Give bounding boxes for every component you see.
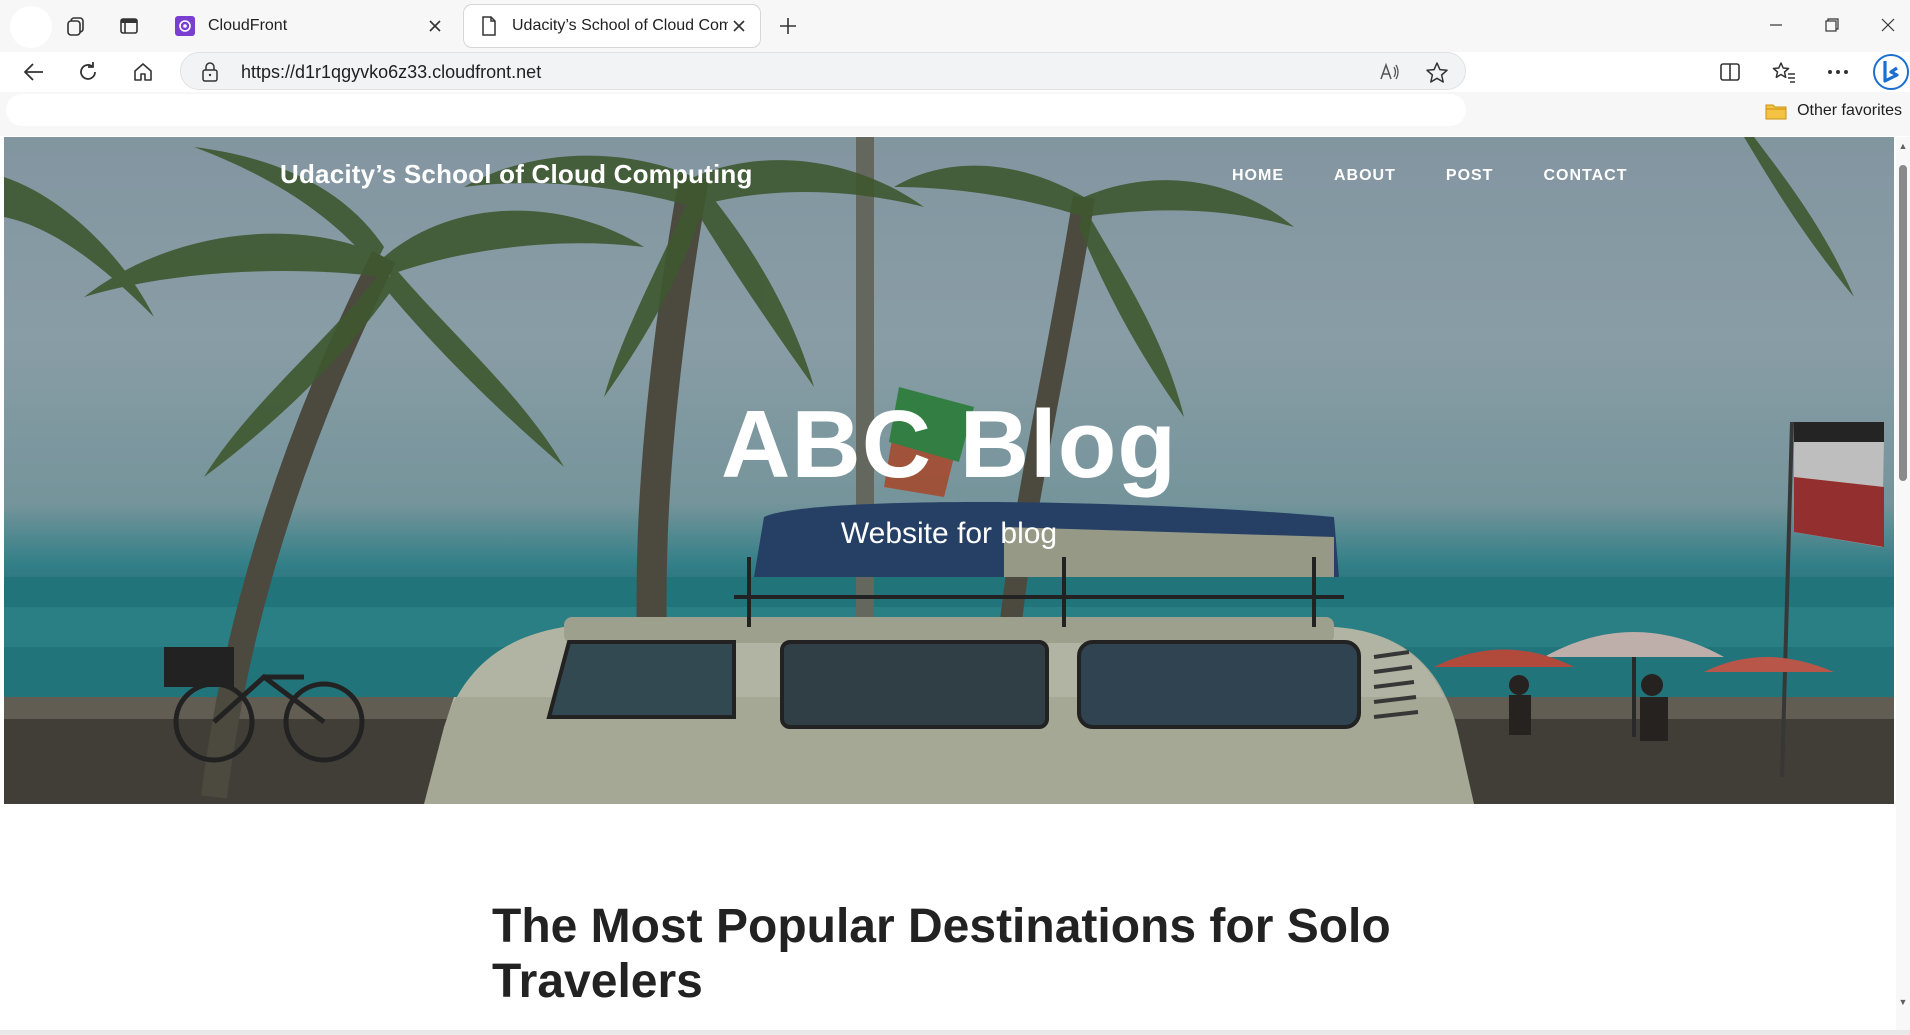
- nav-home[interactable]: HOME: [1232, 167, 1284, 185]
- tab-cloudfront[interactable]: CloudFront: [160, 6, 456, 46]
- redacted-area: [1474, 52, 1688, 88]
- split-screen-icon[interactable]: [1712, 54, 1748, 90]
- site-brand[interactable]: Udacity’s School of Cloud Computing: [280, 159, 753, 190]
- scroll-thumb[interactable]: [1899, 165, 1907, 481]
- tab-strip: CloudFront Udacity’s School of Cloud Com…: [0, 0, 1910, 52]
- other-favorites-label: Other favorites: [1797, 102, 1902, 119]
- restore-icon[interactable]: [1812, 8, 1852, 42]
- status-strip: [0, 1030, 1910, 1035]
- minimize-icon[interactable]: [1756, 8, 1796, 42]
- favorites-bar: Other favorites: [0, 92, 1910, 136]
- page-favicon-icon: [478, 15, 500, 37]
- workspaces-icon[interactable]: [62, 12, 90, 40]
- window-close-icon[interactable]: [1868, 8, 1908, 42]
- folder-icon: [1765, 102, 1787, 120]
- close-icon[interactable]: [728, 15, 750, 37]
- nav-post[interactable]: POST: [1446, 167, 1494, 185]
- page-scrollbar[interactable]: ▲ ▼: [1896, 137, 1910, 1030]
- star-icon[interactable]: [1425, 61, 1449, 85]
- redacted-area: [6, 94, 1466, 126]
- plus-icon[interactable]: [774, 12, 802, 40]
- tab-udacity[interactable]: Udacity’s School of Cloud Comp: [464, 5, 760, 47]
- favorites-icon[interactable]: [1766, 54, 1802, 90]
- address-bar[interactable]: https://d1r1qgyvko6z33.cloudfront.net: [180, 52, 1466, 90]
- tab-actions-icon[interactable]: [115, 12, 143, 40]
- hero-header: Udacity’s School of Cloud Computing HOME…: [4, 137, 1894, 804]
- read-aloud-icon[interactable]: [1379, 61, 1401, 83]
- scroll-down-icon[interactable]: ▼: [1898, 997, 1908, 1007]
- refresh-icon[interactable]: [70, 54, 106, 90]
- page-viewport: Udacity’s School of Cloud Computing HOME…: [4, 137, 1894, 1030]
- site-nav: HOME ABOUT POST CONTACT: [1232, 167, 1677, 185]
- tab-label: CloudFront: [208, 17, 288, 34]
- post-title[interactable]: The Most Popular Destinations for Solo T…: [492, 899, 1452, 1009]
- scroll-up-icon[interactable]: ▲: [1898, 141, 1908, 151]
- close-icon[interactable]: [424, 15, 446, 37]
- copilot-icon[interactable]: [1872, 52, 1910, 92]
- cloudfront-favicon-icon: [174, 15, 196, 37]
- url-text[interactable]: https://d1r1qgyvko6z33.cloudfront.net: [241, 62, 541, 83]
- hero-title: ABC Blog: [721, 391, 1177, 498]
- home-icon[interactable]: [125, 54, 161, 90]
- other-favorites[interactable]: Other favorites: [1765, 102, 1902, 120]
- nav-contact[interactable]: CONTACT: [1543, 167, 1627, 185]
- more-icon[interactable]: [1820, 54, 1856, 90]
- tab-label: Udacity’s School of Cloud Comp: [512, 17, 728, 34]
- nav-about[interactable]: ABOUT: [1334, 167, 1396, 185]
- hero-subtitle: Website for blog: [840, 517, 1058, 550]
- profile-avatar[interactable]: [10, 6, 52, 48]
- lock-icon[interactable]: [201, 62, 219, 82]
- back-arrow-icon[interactable]: [16, 54, 52, 90]
